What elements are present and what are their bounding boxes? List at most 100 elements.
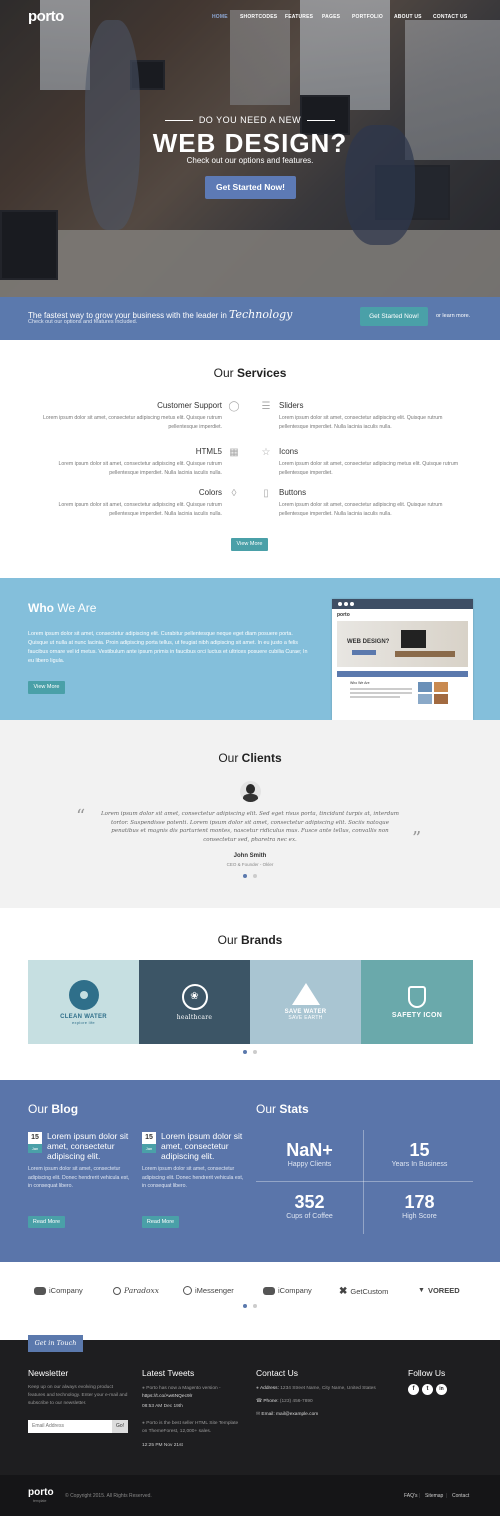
- newsletter-email-input[interactable]: [28, 1420, 112, 1433]
- drop-icon: [291, 983, 320, 1005]
- leaf-icon: ❀: [181, 983, 208, 1010]
- faq-link[interactable]: FAQ's: [404, 1493, 417, 1499]
- service-title: Icons: [279, 447, 299, 456]
- post-date: 15 Jan: [142, 1132, 156, 1153]
- post-excerpt: Lorem ipsum dolor sit amet, consectetur …: [142, 1166, 244, 1189]
- contact-link[interactable]: Contact: [452, 1493, 469, 1499]
- footer: Get in Touch Newsletter Keep up on our a…: [0, 1335, 500, 1475]
- services-view-more-button[interactable]: View More: [231, 538, 268, 551]
- nav-contact-us[interactable]: CONTACT US: [433, 14, 467, 20]
- who-text: Lorem ipsum dolor sit amet, consectetur …: [28, 631, 308, 664]
- shield-icon: [408, 985, 426, 1008]
- partner-logo[interactable]: iCompany: [34, 1286, 83, 1295]
- nav-portfolio[interactable]: PORTFOLIO: [352, 14, 383, 20]
- partner-logo[interactable]: iCompany: [263, 1286, 312, 1295]
- tweet-time: 08:53 AM Dec 19th: [142, 1404, 183, 1409]
- sitemap-link[interactable]: Sitemap: [425, 1493, 443, 1499]
- preview-headline: WEB DESIGN?: [347, 639, 390, 645]
- brands-dot[interactable]: [253, 1050, 257, 1054]
- stat-value: 15: [409, 1140, 430, 1160]
- service-title: Customer Support: [157, 401, 222, 410]
- client-name: John Smith: [233, 853, 267, 859]
- brands-dot-active[interactable]: [243, 1050, 247, 1054]
- service-title: HTML5: [195, 447, 222, 456]
- partner-logo[interactable]: ✖ GetCustom: [339, 1286, 388, 1297]
- twitter-icon[interactable]: t: [422, 1384, 433, 1395]
- newsletter-text: Keep up on our always evolving product f…: [28, 1385, 128, 1406]
- service-text: Lorem ipsum dolor sit amet, consectetur …: [279, 415, 443, 430]
- grid-icon: ▦: [229, 447, 239, 458]
- footer-logo[interactable]: porto: [28, 1487, 54, 1498]
- post-excerpt: Lorem ipsum dolor sit amet, consectetur …: [28, 1166, 130, 1189]
- paradoxx-icon: [113, 1286, 121, 1295]
- get-started-button[interactable]: Get Started Now!: [205, 176, 296, 199]
- stat-label: Cups of Coffee: [286, 1213, 333, 1220]
- newsletter-go-button[interactable]: Go!: [112, 1420, 128, 1433]
- brand-safety-icon[interactable]: SAFETY ICON: [361, 960, 473, 1044]
- read-more-button[interactable]: Read More: [142, 1216, 179, 1228]
- partner-logo[interactable]: iMessenger: [183, 1286, 234, 1295]
- stat-value: 178: [404, 1192, 435, 1212]
- getcustom-icon: ✖: [339, 1286, 348, 1297]
- client-role: CEO & Founder - Okler: [226, 862, 274, 867]
- service-title: Sliders: [279, 401, 304, 410]
- tweet-time: 12:25 PM Nov 21st: [142, 1443, 183, 1448]
- hero-section: porto HOME SHORTCODES FEATURES PAGES POR…: [0, 0, 500, 297]
- icompany-icon: [34, 1286, 46, 1295]
- avatar: [240, 781, 261, 802]
- contact-title: Contact Us: [256, 1368, 299, 1378]
- blog-stats-section: Our Blog 15 Jan Lorem ipsum dolor sit ame…: [0, 1080, 500, 1262]
- who-title: Who We Are: [28, 601, 97, 615]
- testimonial-quote: Lorem ipsum dolor sit amet, consectetur …: [100, 811, 400, 843]
- tweets-title: Latest Tweets: [142, 1368, 195, 1378]
- cta-get-started-button[interactable]: Get Started Now!: [360, 307, 428, 326]
- nav-shortcodes[interactable]: SHORTCODES: [240, 14, 277, 20]
- carousel-dot-active[interactable]: [243, 874, 247, 878]
- drop-icon: ◊: [231, 488, 237, 499]
- post-title[interactable]: Lorem ipsum dolor sit amet, consectetur …: [47, 1131, 147, 1161]
- learn-more-link[interactable]: or learn more.: [436, 313, 470, 319]
- read-more-button[interactable]: Read More: [28, 1216, 65, 1228]
- newsletter-title: Newsletter: [28, 1368, 69, 1378]
- nav-home[interactable]: HOME: [212, 14, 228, 20]
- envelope-icon: ✉: [256, 1412, 261, 1417]
- brand-clean-water[interactable]: CLEAN WATER explore life: [28, 960, 139, 1044]
- nav-about-us[interactable]: ABOUT US: [394, 14, 422, 20]
- contact-address: ● Address: 1234 Street Name, City Name, …: [256, 1386, 376, 1391]
- footer-logo-sub: template: [33, 1499, 47, 1503]
- brands-title: Our Brands: [217, 933, 283, 947]
- logo[interactable]: porto: [28, 8, 64, 25]
- twitter-icon: ●: [142, 1421, 145, 1426]
- copyright-bar: porto template © Copyright 2015. All Rig…: [0, 1475, 500, 1516]
- partners-dot-active[interactable]: [243, 1304, 247, 1308]
- copyright-text: © Copyright 2015. All Rights Reserved.: [65, 1493, 152, 1499]
- map-marker-icon: ●: [256, 1386, 259, 1391]
- get-in-touch-tag: Get in Touch: [28, 1335, 83, 1352]
- brand-save-water[interactable]: SAVE WATER SAVE EARTH: [250, 960, 361, 1044]
- linkedin-icon[interactable]: in: [436, 1384, 447, 1395]
- mouse-icon: ▯: [263, 488, 269, 499]
- carousel-dot[interactable]: [253, 874, 257, 878]
- who-view-more-button[interactable]: View More: [28, 681, 65, 694]
- partner-logo[interactable]: ▼ VOREED: [418, 1286, 460, 1295]
- clients-title: Our Clients: [218, 751, 282, 765]
- tweet-link[interactable]: https://t.co/Aw6NQec9lr: [142, 1394, 192, 1399]
- phone-icon: ☎: [256, 1399, 262, 1404]
- brand-healthcare[interactable]: ❀ healthcare: [139, 960, 250, 1044]
- quote-close-icon: ”: [412, 828, 422, 849]
- service-text: Lorem ipsum dolor sit amet, consectetur …: [279, 502, 443, 517]
- partner-logo[interactable]: Paradoxx: [113, 1286, 159, 1295]
- facebook-icon[interactable]: f: [408, 1384, 419, 1395]
- nav-features[interactable]: FEATURES: [285, 14, 313, 20]
- post-title[interactable]: Lorem ipsum dolor sit amet, consectetur …: [161, 1131, 261, 1161]
- stat-value: 352: [294, 1192, 325, 1212]
- partners-dot[interactable]: [253, 1304, 257, 1308]
- service-text: Lorem ipsum dolor sit amet, consectetur …: [58, 461, 222, 476]
- who-we-are-section: Who We Are Lorem ipsum dolor sit amet, c…: [0, 578, 500, 720]
- nav-pages[interactable]: PAGES: [322, 14, 340, 20]
- preview-logo: porto: [337, 612, 350, 618]
- preview-section-title: Who We Are: [350, 681, 370, 685]
- layers-icon: ☰: [261, 401, 271, 412]
- imessenger-icon: [183, 1286, 192, 1295]
- stat-label: Happy Clients: [287, 1161, 332, 1168]
